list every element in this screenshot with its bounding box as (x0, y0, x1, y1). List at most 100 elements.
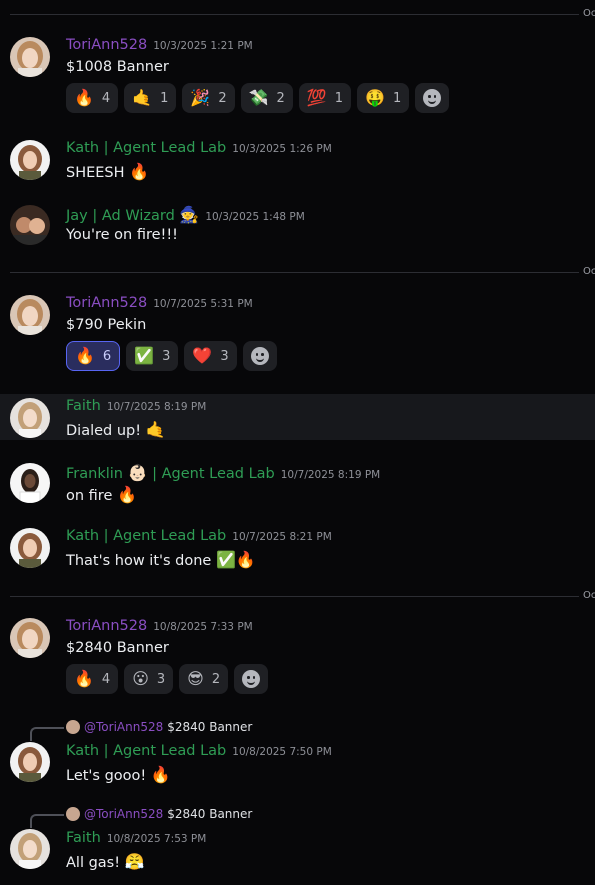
reaction-emoji: 🤙 (132, 88, 153, 107)
message-header: Faith 10/7/2025 8:19 PM (66, 398, 206, 414)
avatar[interactable] (10, 205, 50, 245)
message-content: Dialed up! 🤙 (66, 420, 166, 439)
reaction-chip[interactable]: 💯 1 (298, 83, 352, 113)
reaction-chip[interactable]: 🎉 2 (182, 83, 235, 113)
reaction-chip[interactable]: 🤑 1 (357, 83, 410, 113)
avatar[interactable] (10, 618, 50, 658)
message-text: $2840 Banner (66, 640, 169, 656)
reply-reference[interactable]: @ToriAnn528 $2840 Banner (66, 720, 252, 734)
username[interactable]: Faith (66, 830, 101, 846)
avatar[interactable] (10, 295, 50, 335)
date-divider (10, 14, 595, 15)
username[interactable]: Jay | Ad Wizard (66, 208, 175, 224)
reaction-chip[interactable]: 🔥 4 (66, 83, 119, 113)
reply-reference[interactable]: @ToriAnn528 $2840 Banner (66, 807, 252, 821)
date-divider (10, 596, 595, 597)
reaction-emoji: 💸 (248, 88, 269, 107)
timestamp: 10/3/2025 1:26 PM (232, 143, 332, 155)
add-reaction-button[interactable] (234, 664, 269, 694)
message-header: Faith 10/8/2025 7:53 PM (66, 830, 206, 846)
message-header: Franklin 👶🏻 | Agent Lead Lab 10/7/2025 8:… (66, 463, 380, 482)
reply-username[interactable]: @ToriAnn528 (84, 720, 163, 734)
username[interactable]: Kath | Agent Lead Lab (66, 528, 226, 544)
reaction-count: 6 (102, 348, 112, 364)
username[interactable]: Faith (66, 398, 101, 414)
message-header: ToriAnn528 10/3/2025 1:21 PM (66, 37, 253, 53)
reaction-count: 2 (276, 90, 285, 106)
timestamp: 10/3/2025 1:48 PM (205, 211, 305, 223)
reply-username[interactable]: @ToriAnn528 (84, 807, 163, 821)
username[interactable]: Kath | Agent Lead Lab (66, 140, 226, 156)
reaction-emoji: 🎉 (190, 88, 211, 107)
add-reaction-icon (242, 670, 261, 688)
reaction-emoji: ✅ (134, 346, 155, 365)
message-content: All gas! 😤 (66, 852, 145, 871)
message-header: ToriAnn528 10/8/2025 7:33 PM (66, 618, 253, 634)
add-reaction-icon (250, 347, 269, 365)
avatar[interactable] (10, 528, 50, 568)
add-reaction-button[interactable] (242, 341, 277, 371)
username-suffix[interactable]: | Agent Lead Lab (152, 466, 275, 482)
username[interactable]: ToriAnn528 (66, 618, 147, 634)
reaction-count: 2 (211, 671, 221, 687)
username[interactable]: ToriAnn528 (66, 295, 147, 311)
message-text: You're on fire!!! (66, 227, 178, 243)
reaction-chip-selected[interactable]: 🔥 6 (66, 341, 121, 371)
add-reaction-button[interactable] (415, 83, 450, 113)
avatar[interactable] (10, 742, 50, 782)
reaction-count: 4 (101, 90, 111, 106)
reaction-bar: 🔥 6 ✅ 3 ❤️ 3 (66, 341, 277, 371)
baby-emoji: 👶🏻 (127, 463, 148, 482)
avatar[interactable] (10, 140, 50, 180)
timestamp: 10/7/2025 8:19 PM (280, 469, 381, 481)
timestamp: 10/7/2025 8:19 PM (106, 401, 207, 413)
message-header: ToriAnn528 10/7/2025 5:31 PM (66, 295, 253, 311)
reaction-chip[interactable]: 😎 2 (179, 664, 229, 694)
reaction-chip[interactable]: ✅ 3 (126, 341, 179, 371)
username[interactable]: ToriAnn528 (66, 37, 147, 53)
message-text: Let's gooo! (66, 768, 147, 784)
date-divider-label: Oc (579, 8, 595, 19)
reaction-chip[interactable]: 🤙 1 (124, 83, 177, 113)
username-prefix[interactable]: Franklin (66, 466, 123, 482)
reaction-count: 2 (218, 90, 227, 106)
reaction-count: 1 (160, 90, 169, 106)
reaction-emoji: 😮 (132, 669, 149, 688)
message-text: on fire (66, 488, 113, 504)
avatar[interactable] (10, 398, 50, 438)
timestamp: 10/7/2025 5:31 PM (153, 298, 253, 310)
reaction-emoji: 💯 (306, 88, 327, 107)
message-text: All gas! (66, 855, 121, 871)
reaction-emoji: 🔥 (74, 669, 94, 688)
reply-text: $2840 Banner (167, 720, 253, 734)
message-content: SHEESH 🔥 (66, 162, 149, 181)
reaction-count: 1 (334, 90, 344, 106)
reply-spine (30, 814, 64, 828)
reaction-emoji: 😎 (187, 669, 204, 688)
message-text: SHEESH (66, 165, 125, 181)
reaction-chip[interactable]: 💸 2 (240, 83, 293, 113)
username[interactable]: Kath | Agent Lead Lab (66, 743, 226, 759)
message-content: Let's gooo! 🔥 (66, 765, 171, 784)
fire-emoji: 🔥 (116, 485, 137, 504)
date-divider (10, 272, 595, 273)
date-divider-label: Oc (579, 590, 595, 601)
reaction-chip[interactable]: 😮 3 (124, 664, 174, 694)
reaction-chip[interactable]: 🔥 4 (66, 664, 119, 694)
message-content: on fire 🔥 (66, 485, 137, 504)
message-header: Kath | Agent Lead Lab 10/8/2025 7:50 PM (66, 743, 332, 759)
avatar[interactable] (10, 829, 50, 869)
message-header: Kath | Agent Lead Lab 10/7/2025 8:21 PM (66, 528, 332, 544)
message-text: Dialed up! (66, 423, 142, 439)
message-header: Kath | Agent Lead Lab 10/3/2025 1:26 PM (66, 140, 332, 156)
reply-avatar (66, 720, 80, 734)
message-content: That's how it's done ✅🔥 (66, 550, 256, 569)
reaction-bar: 🔥 4 🤙 1 🎉 2 💸 2 💯 1 🤑 1 (66, 83, 450, 113)
reaction-emoji: 🔥 (74, 88, 94, 107)
avatar[interactable] (10, 37, 50, 77)
reaction-chip[interactable]: ❤️ 3 (184, 341, 237, 371)
fire-emoji: 🔥 (150, 765, 171, 784)
message-text: That's how it's done (66, 553, 212, 569)
avatar[interactable] (10, 463, 50, 503)
message-text: $790 Pekin (66, 317, 147, 333)
